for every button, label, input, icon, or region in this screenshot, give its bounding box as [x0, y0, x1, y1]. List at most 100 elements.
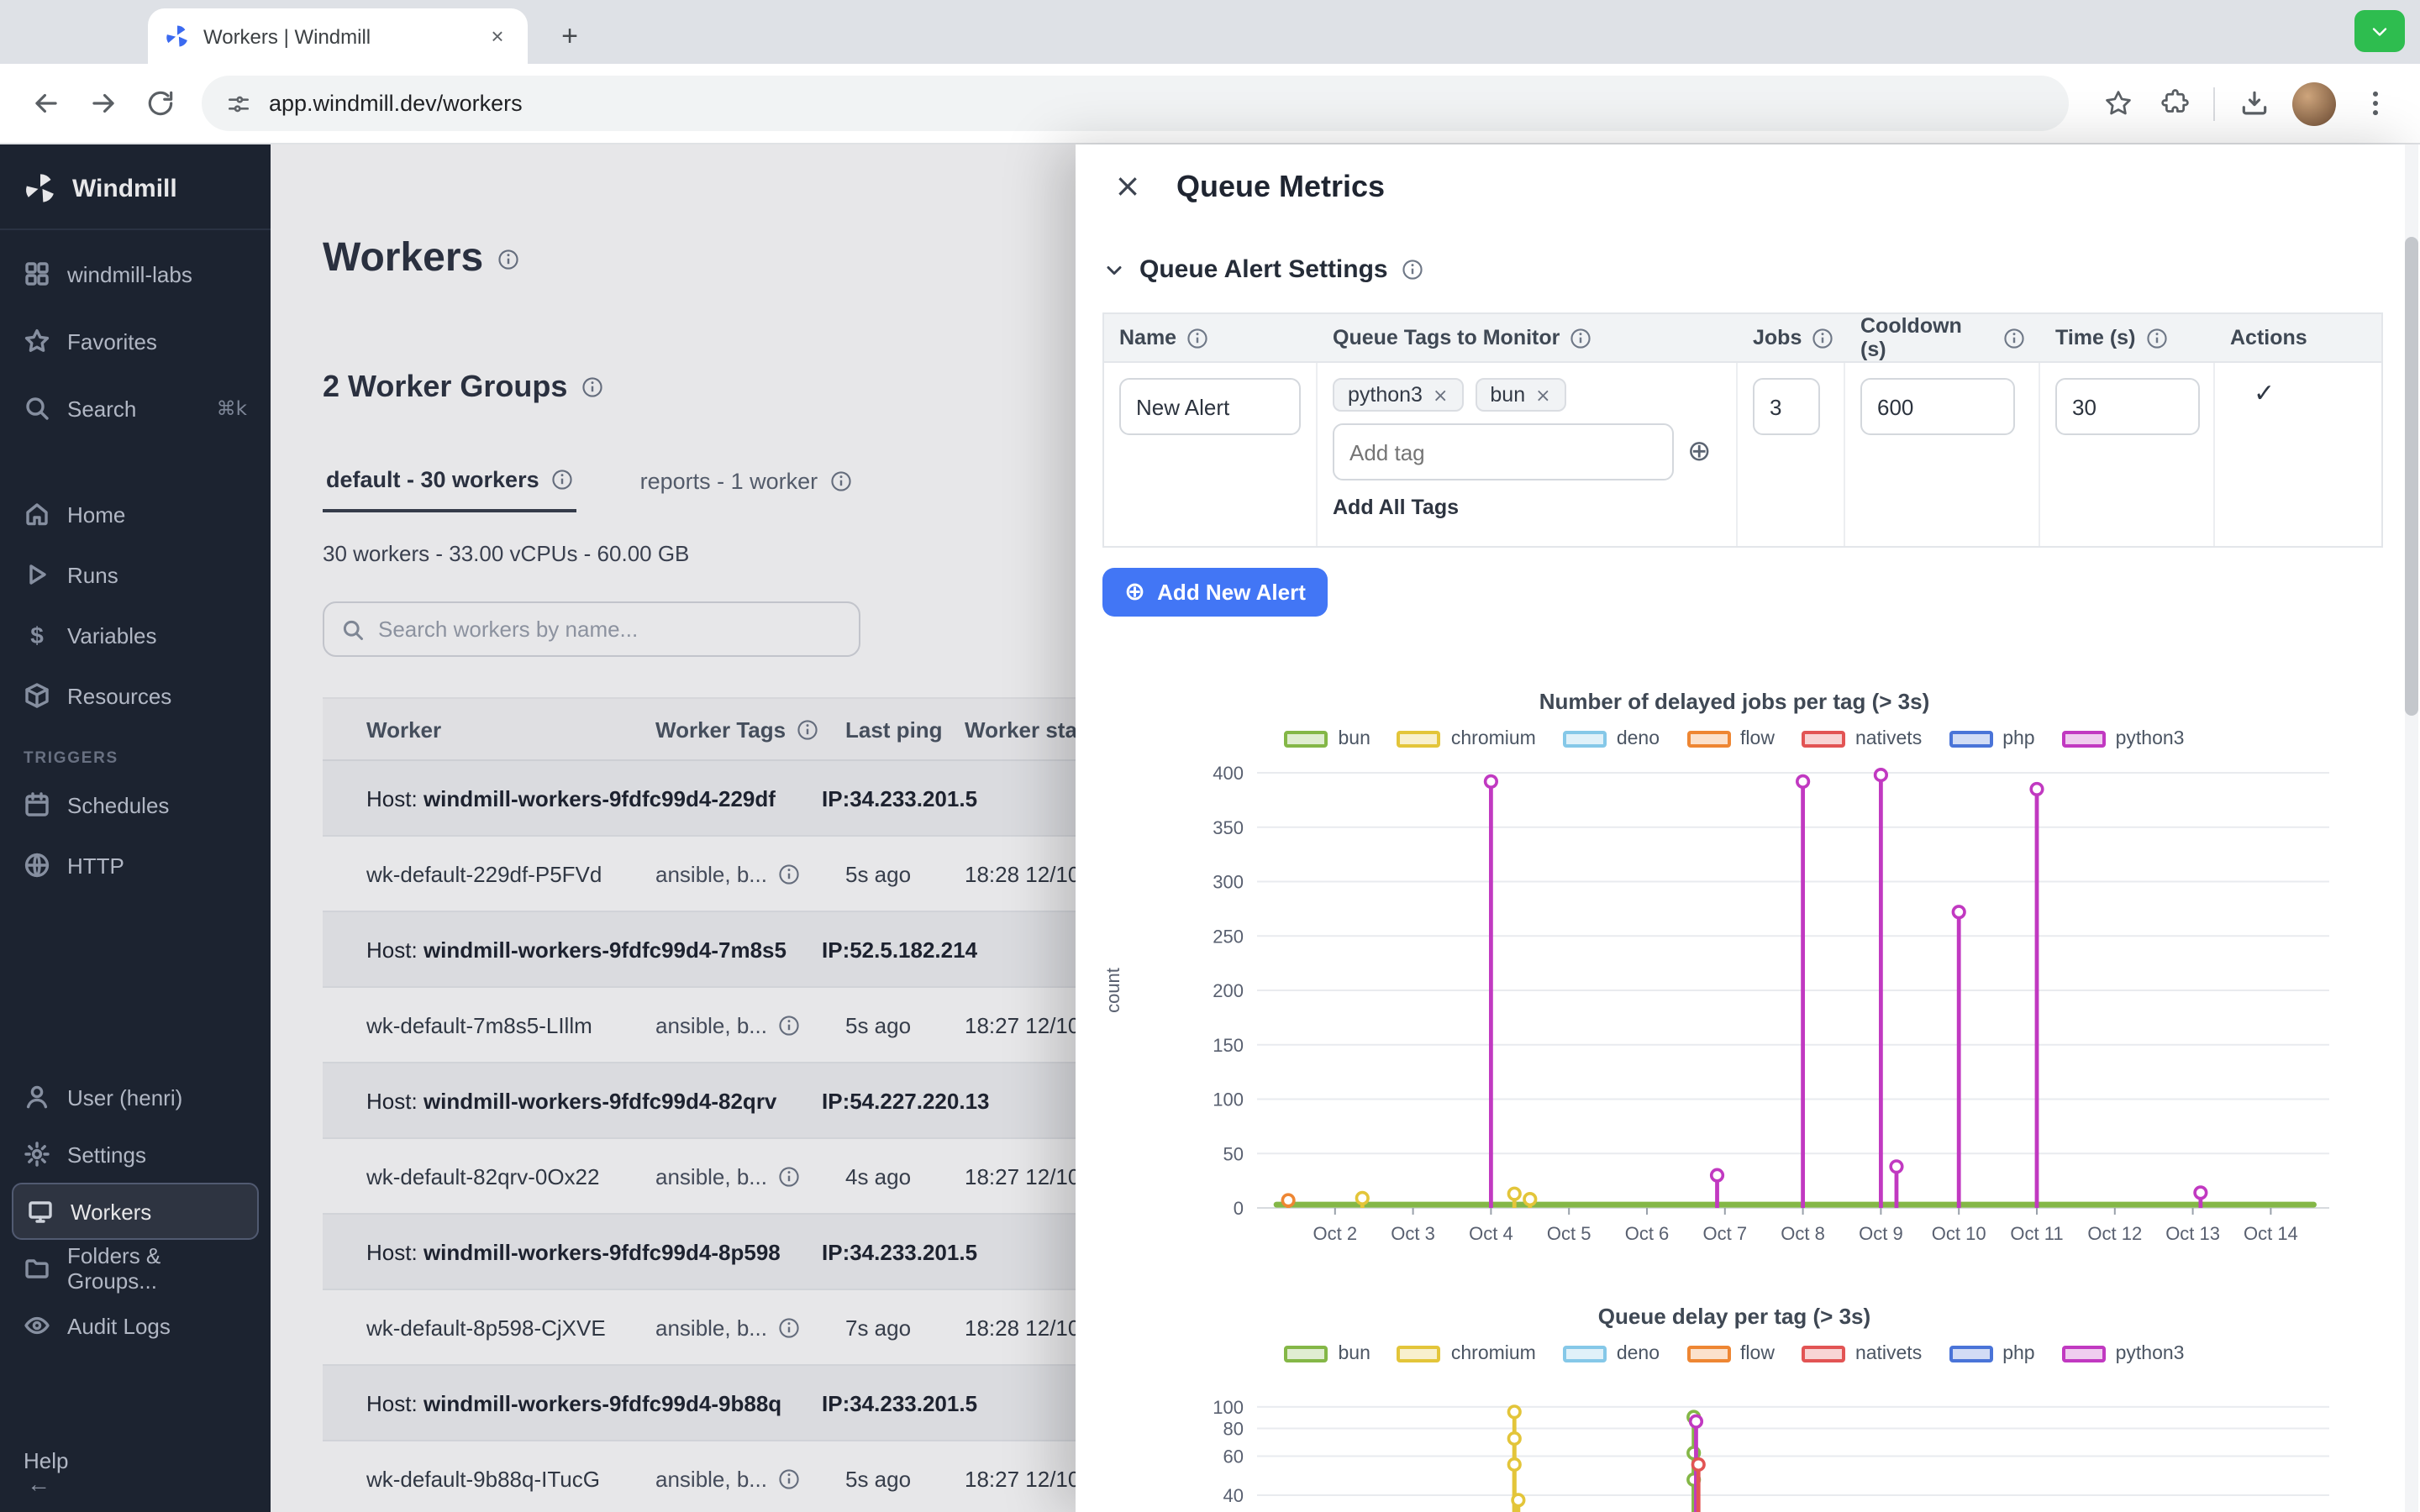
remove-tag-icon[interactable]: ×	[1433, 384, 1448, 406]
star-icon	[2102, 87, 2133, 119]
sidebar-item-label: Help	[24, 1447, 69, 1473]
bookmark-button[interactable]	[2089, 75, 2146, 132]
sidebar-item-variables[interactable]: $ Variables	[0, 605, 271, 665]
sidebar-item-label: Runs	[67, 562, 118, 587]
add-tag-input[interactable]	[1333, 423, 1674, 480]
alert-table-header: Name Queue Tags to Monitor Jobs Cooldown…	[1104, 314, 2381, 363]
header-queue-tags: Queue Tags to Monitor	[1318, 314, 1738, 361]
forward-arrow-icon	[87, 87, 118, 119]
sidebar-item-resources[interactable]: Resources	[0, 665, 271, 726]
profile-avatar[interactable]	[2292, 81, 2336, 125]
chart-title: Number of delayed jobs per tag (> 3s)	[1096, 685, 2373, 719]
info-icon[interactable]	[1402, 259, 1423, 281]
close-drawer-button[interactable]: ×	[1102, 161, 1153, 212]
workspace-selector[interactable]: windmill-labs	[0, 240, 271, 307]
svg-text:Oct 6: Oct 6	[1625, 1223, 1670, 1244]
sidebar-item-settings[interactable]: Settings	[0, 1126, 271, 1183]
confirm-check-icon[interactable]: ✓	[2230, 371, 2275, 408]
page-title: Workers	[323, 235, 483, 282]
alert-name-cell	[1104, 363, 1318, 546]
new-tab-button[interactable]: +	[548, 15, 592, 59]
search-input[interactable]	[378, 617, 842, 642]
sidebar-item-folders-groups[interactable]: Folders & Groups...	[0, 1240, 271, 1297]
cooldown-input[interactable]	[1860, 378, 2015, 435]
svg-text:Oct 10: Oct 10	[1932, 1223, 1986, 1244]
close-tab-icon[interactable]: ×	[484, 23, 511, 50]
folder-icon	[24, 1255, 50, 1282]
downloads-button[interactable]	[2225, 75, 2282, 132]
info-icon	[777, 1014, 799, 1036]
svg-text:250: 250	[1213, 926, 1244, 947]
sidebar-item-runs[interactable]: Runs	[0, 544, 271, 605]
queue-alert-settings-header[interactable]: Queue Alert Settings	[1102, 255, 1423, 284]
python3-swatch	[2062, 1346, 2106, 1362]
sidebar-item-favorites[interactable]: Favorites	[0, 307, 271, 375]
tab-default-group[interactable]: default - 30 workers	[323, 457, 576, 512]
svg-text:400: 400	[1213, 763, 1244, 784]
legend-item: python3	[2062, 729, 2185, 749]
reload-button[interactable]	[131, 75, 188, 132]
svg-text:count: count	[1102, 968, 1123, 1013]
forward-button[interactable]	[74, 75, 131, 132]
browser-menu-button[interactable]	[2346, 75, 2403, 132]
sidebar-item-label: Folders & Groups...	[67, 1243, 247, 1294]
svg-text:Oct 4: Oct 4	[1469, 1223, 1513, 1244]
info-icon[interactable]	[581, 376, 602, 398]
workspace-grid-icon	[24, 260, 50, 287]
alert-jobs-cell	[1738, 363, 1845, 546]
sidebar-item-label: Audit Logs	[67, 1313, 171, 1338]
browser-chrome: Workers | Windmill × +	[0, 0, 2420, 144]
section-title: Queue Alert Settings	[1139, 255, 1388, 284]
time-input[interactable]	[2055, 378, 2200, 435]
svg-text:50: 50	[1223, 1143, 1244, 1164]
sidebar-item-user[interactable]: User (henri)	[0, 1068, 271, 1126]
svg-text:Oct 9: Oct 9	[1859, 1223, 1903, 1244]
tab-reports-group[interactable]: reports - 1 worker	[637, 457, 855, 512]
sidebar-item-label: Favorites	[67, 328, 157, 354]
address-bar[interactable]: app.windmill.dev/workers	[202, 76, 2069, 131]
sidebar-item-http[interactable]: HTTP	[0, 835, 271, 895]
sidebar-item-schedules[interactable]: Schedules	[0, 774, 271, 835]
collapse-sidebar-button[interactable]: ←	[0, 1470, 271, 1497]
sidebar-item-audit-logs[interactable]: Audit Logs	[0, 1297, 271, 1354]
sidebar-item-label: Search	[67, 396, 136, 421]
workers-summary: 30 workers - 33.00 vCPUs - 60.00 GB	[323, 541, 689, 566]
scrollbar-thumb[interactable]	[2405, 237, 2418, 716]
legend-item: flow	[1686, 1344, 1775, 1364]
browser-tab[interactable]: Workers | Windmill ×	[148, 8, 528, 64]
alert-name-input[interactable]	[1119, 378, 1301, 435]
remove-tag-icon[interactable]: ×	[1535, 384, 1550, 406]
svg-text:60: 60	[1223, 1446, 1244, 1467]
sidebar-item-search[interactable]: Search ⌘k	[0, 375, 271, 442]
tag-chip: bun ×	[1475, 378, 1565, 412]
jobs-input[interactable]	[1753, 378, 1820, 435]
info-icon	[777, 1316, 799, 1338]
windmill-favicon	[165, 24, 190, 49]
add-all-tags-button[interactable]: Add All Tags	[1333, 496, 1459, 519]
dollar-icon: $	[24, 622, 50, 648]
brand[interactable]: Windmill	[0, 144, 271, 228]
info-icon[interactable]	[497, 248, 518, 270]
globe-icon	[24, 852, 50, 879]
back-button[interactable]	[17, 75, 74, 132]
legend-item: python3	[2062, 1344, 2185, 1364]
add-tag-button[interactable]: ⊕	[1687, 438, 1712, 466]
triggers-section-label: TRIGGERS	[0, 726, 271, 774]
url-text: app.windmill.dev/workers	[269, 91, 523, 116]
info-icon	[777, 863, 799, 885]
header-name: Name	[1104, 314, 1318, 361]
nativets-swatch	[1802, 731, 1845, 748]
sidebar-item-home[interactable]: Home	[0, 484, 271, 544]
svg-text:150: 150	[1213, 1035, 1244, 1056]
tag-chip: python3 ×	[1333, 378, 1463, 412]
extensions-button[interactable]	[2146, 75, 2203, 132]
legend-item: flow	[1686, 729, 1775, 749]
browser-dropdown-button[interactable]	[2354, 10, 2405, 52]
tag-label: bun	[1490, 383, 1525, 407]
legend-item: bun	[1285, 729, 1370, 749]
svg-text:Oct 11: Oct 11	[2010, 1223, 2063, 1244]
svg-text:300: 300	[1213, 872, 1244, 893]
plus-circle-icon: ⊕	[1124, 580, 1145, 605]
add-new-alert-button[interactable]: ⊕ Add New Alert	[1102, 568, 1328, 617]
sidebar-item-workers[interactable]: Workers	[12, 1183, 259, 1240]
